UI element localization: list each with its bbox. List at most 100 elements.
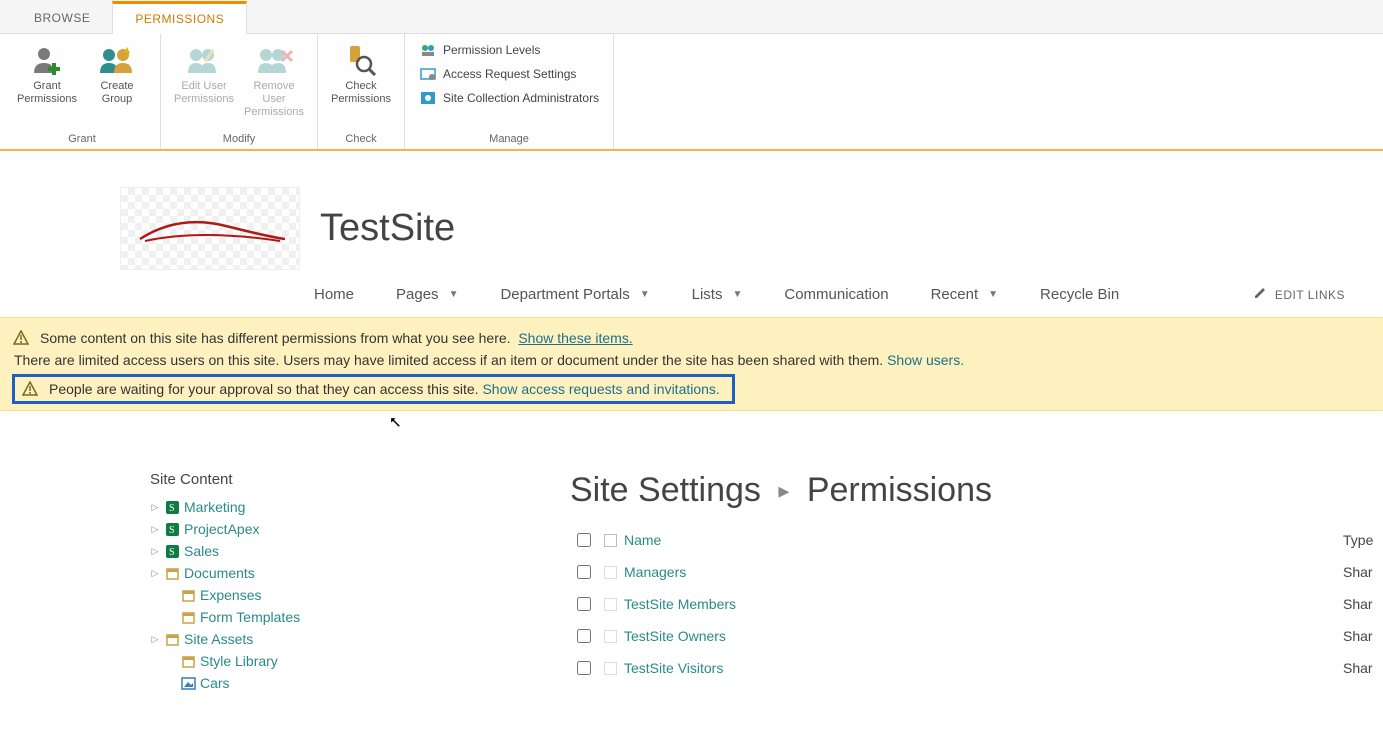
nav-recent[interactable]: Recent▼ (931, 286, 998, 303)
show-these-items-link[interactable]: Show these items. (518, 330, 632, 346)
tree-item[interactable]: Form Templates (150, 606, 410, 628)
nav-home[interactable]: Home (314, 286, 354, 303)
breadcrumb-permissions: Permissions (807, 471, 992, 509)
row-edit-icon[interactable] (604, 662, 617, 675)
row-type: Shar (1343, 628, 1383, 644)
row-edit-icon[interactable] (604, 630, 617, 643)
tree-item[interactable]: ▷Site Assets (150, 628, 410, 650)
nav-recycle-bin[interactable]: Recycle Bin (1040, 286, 1119, 303)
permission-levels-icon (419, 42, 437, 58)
site-content-panel: Site Content ▷SMarketing▷SProjectApex▷SS… (150, 471, 410, 694)
tree-item[interactable]: ▷Documents (150, 562, 410, 584)
tree-item[interactable]: ▷SSales (150, 540, 410, 562)
check-permissions-label: Check Permissions (331, 80, 391, 106)
create-group-button[interactable]: Create Group (82, 38, 152, 108)
nav-department-portals-label: Department Portals (500, 286, 629, 303)
remove-user-label: Remove User Permissions (241, 80, 307, 119)
svg-text:S: S (169, 503, 175, 514)
tree-item-icon (164, 631, 180, 647)
permission-levels-button[interactable]: Permission Levels (419, 42, 599, 58)
create-group-label: Create Group (100, 80, 133, 106)
row-name-link[interactable]: Managers (624, 564, 1343, 580)
expand-icon[interactable]: ▷ (150, 568, 160, 579)
nav-lists-label: Lists (692, 286, 723, 303)
ribbon-group-modify: Edit User Permissions Remove User Permis… (161, 34, 318, 149)
row-edit-icon[interactable] (604, 598, 617, 611)
ribbon-group-modify-label: Modify (223, 130, 255, 147)
tree-item-icon (164, 565, 180, 581)
tab-browse[interactable]: BROWSE (12, 3, 112, 33)
access-request-settings-button[interactable]: Access Request Settings (419, 66, 599, 82)
nav-pages[interactable]: Pages ▼ (396, 286, 458, 303)
chevron-down-icon: ▼ (449, 289, 459, 300)
tree-item[interactable]: Expenses (150, 584, 410, 606)
permissions-table: Name Type ManagersSharTestSite MembersSh… (570, 524, 1383, 684)
row-edit-icon[interactable] (604, 566, 617, 579)
col-type[interactable]: Type (1343, 532, 1383, 548)
site-content-heading: Site Content (150, 471, 410, 488)
site-logo[interactable] (120, 187, 300, 270)
tree-item-icon (180, 587, 196, 603)
edit-links-label: EDIT LINKS (1275, 288, 1345, 302)
svg-text:S: S (169, 547, 175, 558)
notice1-text: Some content on this site has different … (40, 330, 511, 346)
row-checkbox[interactable] (577, 565, 591, 579)
breadcrumb-site-settings[interactable]: Site Settings (570, 471, 761, 509)
nav-lists[interactable]: Lists ▼ (692, 286, 743, 303)
grant-permissions-button[interactable]: Grant Permissions (12, 38, 82, 108)
notice-different-permissions: Some content on this site has different … (12, 328, 1371, 350)
tree-item-icon: S (164, 499, 180, 515)
row-name-link[interactable]: TestSite Visitors (624, 660, 1343, 676)
nav-pages-label: Pages (396, 286, 439, 303)
tree-item[interactable]: ▷ S ProjectApex (150, 518, 410, 540)
site-collection-admins-button[interactable]: Site Collection Administrators (419, 90, 599, 106)
warning-icon (12, 330, 30, 346)
notice2-text: There are limited access users on this s… (14, 352, 883, 368)
edit-user-permissions-button[interactable]: Edit User Permissions (169, 38, 239, 121)
chevron-down-icon: ▼ (732, 289, 742, 300)
expand-icon[interactable]: ▷ (150, 502, 160, 513)
row-type: Shar (1343, 564, 1383, 580)
tree-item-label: ProjectApex (184, 521, 259, 537)
grant-permissions-label: Grant Permissions (17, 80, 77, 106)
show-users-link[interactable]: Show users. (887, 352, 964, 368)
row-name-link[interactable]: TestSite Members (624, 596, 1343, 612)
svg-text:S: S (169, 525, 175, 536)
edit-links-button[interactable]: EDIT LINKS (1253, 286, 1345, 303)
row-checkbox[interactable] (577, 597, 591, 611)
site-collection-admins-label: Site Collection Administrators (443, 91, 599, 105)
nav-communication[interactable]: Communication (784, 286, 888, 303)
expand-icon[interactable]: ▷ (150, 634, 160, 645)
expand-icon[interactable]: ▷ (150, 546, 160, 557)
check-permissions-button[interactable]: Check Permissions (326, 38, 396, 108)
show-access-requests-link[interactable]: Show access requests and invitations. (482, 381, 719, 397)
remove-user-permissions-button[interactable]: Remove User Permissions (239, 38, 309, 121)
expand-icon[interactable]: ▷ (150, 524, 160, 535)
table-row: ManagersShar (570, 556, 1383, 588)
pencil-icon (1253, 286, 1267, 303)
tree-item[interactable]: Cars (150, 672, 410, 694)
tree-item[interactable]: Style Library (150, 650, 410, 672)
ribbon: Grant Permissions Create Group Grant Edi… (0, 34, 1383, 151)
ribbon-tabs: BROWSE PERMISSIONS (0, 0, 1383, 34)
nav-department-portals[interactable]: Department Portals▼ (500, 286, 649, 303)
tree-item[interactable]: ▷SMarketing (150, 496, 410, 518)
row-checkbox[interactable] (577, 661, 591, 675)
page-body: Site Content ▷SMarketing▷SProjectApex▷SS… (0, 411, 1383, 694)
tree-item-label: Expenses (200, 587, 261, 603)
tab-permissions[interactable]: PERMISSIONS (112, 1, 247, 34)
row-checkbox[interactable] (577, 629, 591, 643)
tree-item-label: Style Library (200, 653, 278, 669)
tree-item-icon (180, 675, 196, 691)
breadcrumb: Site Settings ▸ Permissions (570, 471, 1383, 510)
create-group-icon (97, 40, 137, 80)
check-permissions-icon (344, 40, 378, 80)
tree-item-label: Cars (200, 675, 230, 691)
remove-user-icon (254, 40, 294, 80)
select-all-checkbox[interactable] (577, 533, 591, 547)
col-name[interactable]: Name (624, 532, 1343, 548)
row-type: Shar (1343, 596, 1383, 612)
row-name-link[interactable]: TestSite Owners (624, 628, 1343, 644)
edit-user-icon (184, 40, 224, 80)
edit-user-label: Edit User Permissions (174, 80, 234, 106)
